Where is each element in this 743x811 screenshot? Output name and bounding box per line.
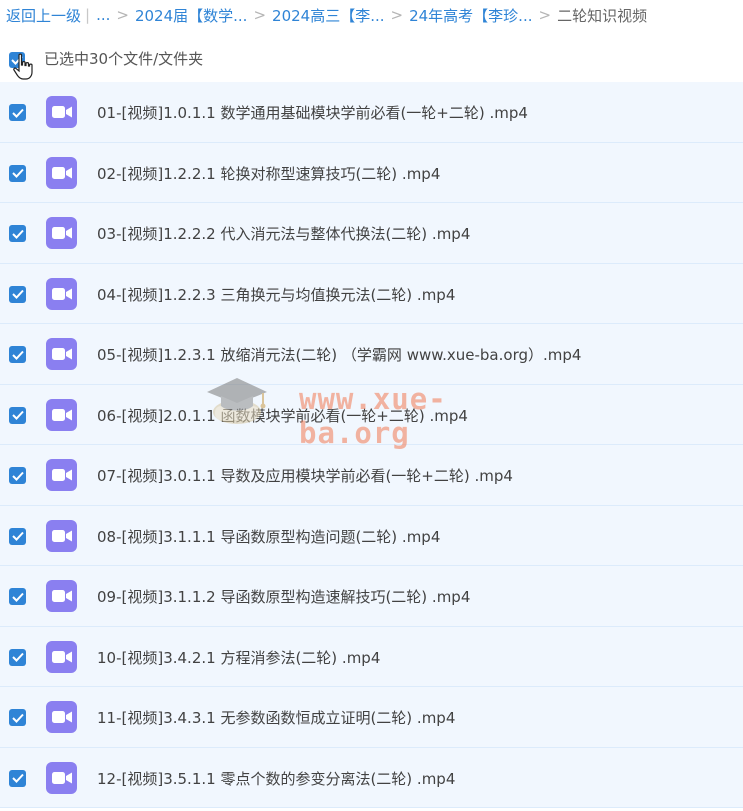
file-name[interactable]: 06-[视频]2.0.1.1 函数模块学前必看(一轮+二轮) .mp4 [97, 405, 468, 426]
video-camera-icon [51, 650, 72, 663]
file-name[interactable]: 11-[视频]3.4.3.1 无参数函数恒成立证明(二轮) .mp4 [97, 707, 455, 728]
file-row[interactable]: 05-[视频]1.2.3.1 放缩消元法(二轮) （学霸网 www.xue-ba… [0, 324, 743, 385]
file-name[interactable]: 02-[视频]1.2.2.1 轮换对称型速算技巧(二轮) .mp4 [97, 163, 440, 184]
video-file-icon [46, 519, 77, 552]
back-link[interactable]: 返回上一级 [6, 5, 81, 26]
file-row[interactable]: 04-[视频]1.2.2.3 三角换元与均值换元法(二轮) .mp4 [0, 263, 743, 324]
file-row[interactable]: 09-[视频]3.1.1.2 导函数原型构造速解技巧(二轮) .mp4 [0, 566, 743, 627]
file-row[interactable]: 08-[视频]3.1.1.1 导函数原型构造问题(二轮) .mp4 [0, 505, 743, 566]
video-file-icon [46, 217, 77, 249]
check-icon [11, 713, 24, 723]
video-file-icon [46, 96, 77, 128]
check-icon [11, 471, 24, 481]
breadcrumb-divider: | [85, 6, 91, 24]
file-checkbox[interactable] [9, 709, 26, 726]
file-checkbox[interactable] [9, 588, 26, 605]
file-name[interactable]: 04-[视频]1.2.2.3 三角换元与均值换元法(二轮) .mp4 [97, 284, 455, 305]
file-checkbox[interactable] [9, 648, 26, 666]
file-name[interactable]: 10-[视频]3.4.2.1 方程消参法(二轮) .mp4 [97, 647, 380, 668]
file-checkbox[interactable] [9, 769, 26, 787]
video-file-icon [46, 398, 77, 431]
check-icon [11, 592, 24, 602]
file-name[interactable]: 07-[视频]3.0.1.1 导数及应用模块学前必看(一轮+二轮) .mp4 [97, 465, 513, 486]
file-row[interactable]: 07-[视频]3.0.1.1 导数及应用模块学前必看(一轮+二轮) .mp4 [0, 445, 743, 506]
file-checkbox[interactable] [9, 104, 26, 121]
breadcrumb-separator: > [390, 6, 404, 24]
file-row[interactable]: 11-[视频]3.4.3.1 无参数函数恒成立证明(二轮) .mp4 [0, 687, 743, 748]
file-name[interactable]: 05-[视频]1.2.3.1 放缩消元法(二轮) （学霸网 www.xue-ba… [97, 344, 581, 365]
file-list: 01-[视频]1.0.1.1 数学通用基础模块学前必看(一轮+二轮) .mp4 0… [0, 82, 743, 808]
file-name[interactable]: 09-[视频]3.1.1.2 导函数原型构造速解技巧(二轮) .mp4 [97, 586, 470, 607]
video-file-icon [46, 640, 77, 673]
check-icon [11, 168, 24, 178]
breadcrumb-item[interactable]: 24年高考【李珍... [409, 5, 532, 26]
file-name[interactable]: 12-[视频]3.5.1.1 零点个数的参变分离法(二轮) .mp4 [97, 768, 455, 789]
video-file-icon [46, 459, 77, 491]
check-icon [11, 652, 24, 662]
file-row[interactable]: 10-[视频]3.4.2.1 方程消参法(二轮) .mp4 [0, 626, 743, 687]
check-icon [11, 773, 24, 783]
file-row[interactable]: 12-[视频]3.5.1.1 零点个数的参变分离法(二轮) .mp4 [0, 747, 743, 808]
file-checkbox[interactable] [9, 164, 26, 182]
video-camera-icon [51, 771, 72, 784]
check-icon [11, 289, 24, 299]
file-checkbox[interactable] [9, 527, 26, 545]
video-camera-icon [51, 106, 72, 118]
video-file-icon [46, 338, 77, 370]
file-row[interactable]: 02-[视频]1.2.2.1 轮换对称型速算技巧(二轮) .mp4 [0, 142, 743, 203]
file-row[interactable]: 03-[视频]1.2.2.2 代入消元法与整体代换法(二轮) .mp4 [0, 203, 743, 264]
video-camera-icon [51, 287, 72, 300]
hand-cursor-icon [13, 53, 33, 80]
video-file-icon [46, 277, 77, 310]
video-file-icon [46, 156, 77, 189]
file-checkbox[interactable] [9, 285, 26, 303]
file-checkbox[interactable] [9, 346, 26, 363]
check-icon [11, 350, 24, 360]
check-icon [11, 229, 24, 239]
video-camera-icon [51, 227, 72, 239]
breadcrumb-ellipsis[interactable]: ... [96, 6, 110, 24]
video-camera-icon [51, 590, 72, 602]
video-camera-icon [51, 529, 72, 542]
video-camera-icon [51, 166, 72, 179]
file-row[interactable]: 01-[视频]1.0.1.1 数学通用基础模块学前必看(一轮+二轮) .mp4 [0, 82, 743, 143]
check-icon [11, 410, 24, 420]
breadcrumb-item[interactable]: 2024届【数学... [135, 5, 247, 26]
video-camera-icon [51, 711, 72, 723]
breadcrumb-current: 二轮知识视频 [557, 6, 648, 25]
breadcrumb-item[interactable]: 2024高三【李... [272, 5, 384, 26]
video-camera-icon [51, 469, 72, 481]
video-camera-icon [51, 408, 72, 421]
check-icon [11, 531, 24, 541]
file-checkbox[interactable] [9, 225, 26, 242]
file-row[interactable]: 06-[视频]2.0.1.1 函数模块学前必看(一轮+二轮) .mp4 [0, 384, 743, 445]
file-checkbox[interactable] [9, 467, 26, 484]
video-camera-icon [51, 348, 72, 360]
video-file-icon [46, 761, 77, 794]
selection-bar: 已选中30个文件/文件夹 [0, 36, 743, 80]
file-name[interactable]: 08-[视频]3.1.1.1 导函数原型构造问题(二轮) .mp4 [97, 526, 440, 547]
file-name[interactable]: 03-[视频]1.2.2.2 代入消元法与整体代换法(二轮) .mp4 [97, 223, 470, 244]
breadcrumb-separator: > [253, 6, 267, 24]
breadcrumb-separator: > [538, 6, 552, 24]
file-checkbox[interactable] [9, 406, 26, 424]
selection-count-text: 已选中30个文件/文件夹 [44, 50, 204, 68]
file-name[interactable]: 01-[视频]1.0.1.1 数学通用基础模块学前必看(一轮+二轮) .mp4 [97, 102, 528, 123]
check-icon [11, 108, 24, 118]
breadcrumb: 返回上一级 | ... > 2024届【数学... > 2024高三【李... … [6, 0, 647, 30]
video-file-icon [46, 580, 77, 612]
breadcrumb-separator: > [116, 6, 129, 24]
video-file-icon [46, 701, 77, 733]
